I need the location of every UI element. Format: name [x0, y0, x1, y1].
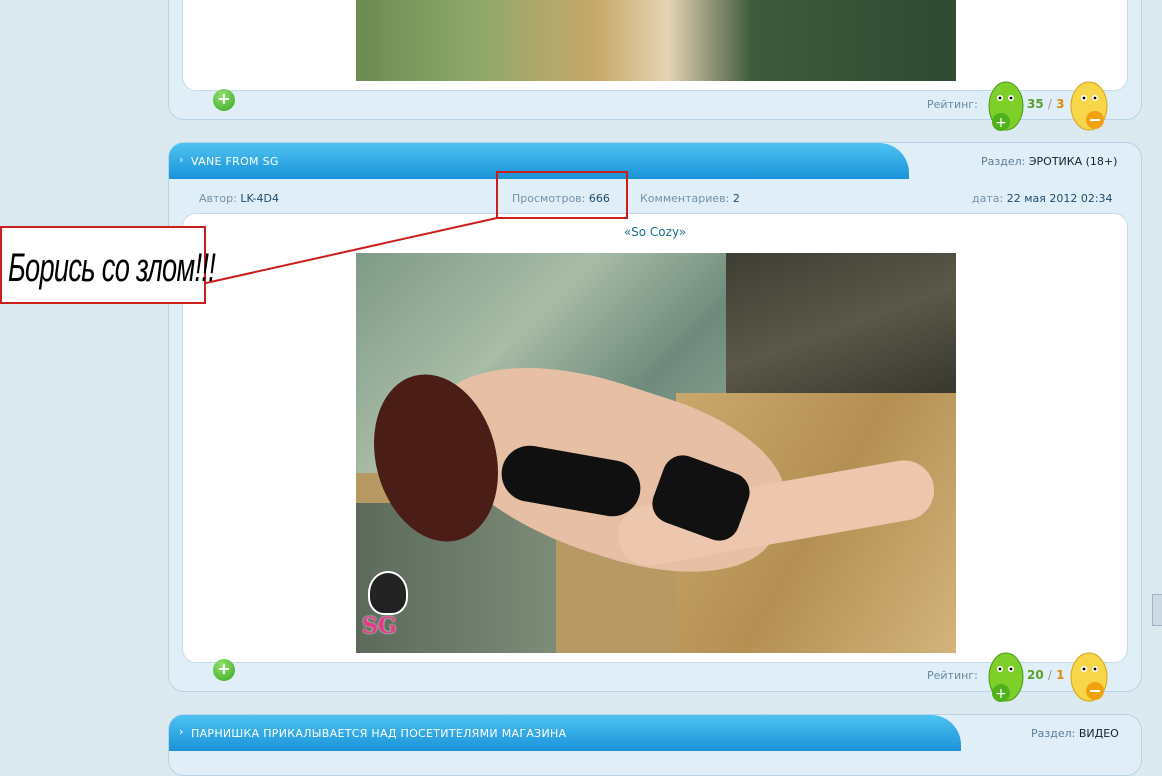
post-body: «So Cozy» SG: [182, 213, 1128, 663]
rating-score: 35 / 3: [1027, 97, 1065, 111]
section-link[interactable]: ВИДЕО: [1079, 727, 1119, 740]
post-title[interactable]: VANE FROM SG: [191, 155, 279, 168]
post-body: [182, 0, 1128, 91]
annotation-callout: Борись со злом!!!: [0, 226, 216, 304]
chevron-right-icon: ›: [179, 153, 184, 166]
rating-label: Рейтинг:: [927, 98, 978, 111]
svg-text:+: +: [995, 115, 1007, 131]
post-date: дата: 22 мая 2012 02:34: [972, 192, 1113, 205]
previous-post: + Рейтинг: + 35 / 3: [168, 0, 1142, 131]
post-comments[interactable]: Комментариев: 2: [640, 192, 740, 205]
vote-plus-icon[interactable]: +: [987, 651, 1025, 707]
post-author: Автор: LK-4D4: [199, 192, 279, 205]
author-link[interactable]: LK-4D4: [240, 192, 279, 205]
rating-score: 20 / 1: [1027, 668, 1065, 682]
vote-plus-icon[interactable]: +: [987, 80, 1025, 136]
post-photo: [356, 0, 956, 81]
annotation-text: Борись со злом!!!: [8, 246, 216, 290]
add-favorite-button[interactable]: +: [213, 659, 235, 681]
chevron-right-icon: ›: [179, 725, 184, 738]
vote-minus-icon[interactable]: [1069, 651, 1111, 709]
section-link[interactable]: ЭРОТИКА (18+): [1029, 155, 1118, 168]
views-highlight-box: [496, 171, 628, 219]
post-section: Раздел: ЭРОТИКА (18+): [981, 155, 1118, 168]
vote-minus-icon[interactable]: [1069, 80, 1111, 138]
add-favorite-button[interactable]: +: [213, 89, 235, 111]
post-photo[interactable]: SG: [356, 253, 956, 653]
post-card: › VANE FROM SG Раздел: ЭРОТИКА (18+) Авт…: [168, 142, 1142, 702]
post-title-bar[interactable]: › ПАРНИШКА ПРИКАЛЫВАЕТСЯ НАД ПОСЕТИТЕЛЯМ…: [169, 715, 961, 751]
svg-text:+: +: [995, 686, 1007, 702]
rating-label: Рейтинг:: [927, 669, 978, 682]
post-section: Раздел: ВИДЕО: [1031, 727, 1119, 740]
post-title[interactable]: ПАРНИШКА ПРИКАЛЫВАЕТСЯ НАД ПОСЕТИТЕЛЯМИ …: [191, 727, 566, 740]
next-post: › ПАРНИШКА ПРИКАЛЫВАЕТСЯ НАД ПОСЕТИТЕЛЯМ…: [168, 714, 1142, 776]
sg-watermark-logo: SG: [362, 571, 414, 647]
post-caption[interactable]: «So Cozy»: [183, 225, 1127, 239]
scrollbar-thumb[interactable]: [1152, 594, 1162, 626]
